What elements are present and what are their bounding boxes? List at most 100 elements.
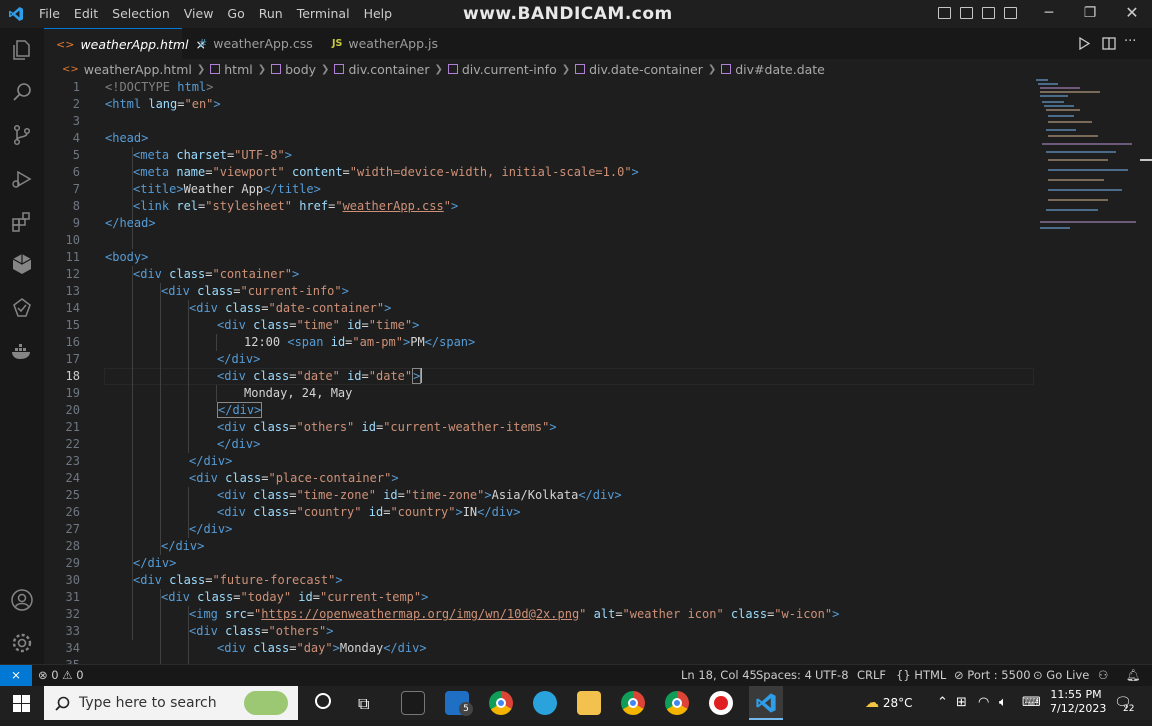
windows-start-icon[interactable] <box>13 695 30 712</box>
menu-file[interactable]: File <box>32 0 67 28</box>
search-icon[interactable] <box>10 80 34 104</box>
line-number: 16 <box>65 335 80 349</box>
volume-icon[interactable]: 🔈︎ <box>999 686 1007 720</box>
toggle-primary-sidebar-icon[interactable] <box>938 7 951 19</box>
chrome-icon[interactable] <box>489 691 513 715</box>
notification-center-icon[interactable]: 🗨︎ 22 <box>1114 686 1134 720</box>
search-highlight-icon[interactable] <box>244 691 288 715</box>
task-view-icon[interactable]: ⧉ <box>358 694 369 714</box>
security-icon[interactable]: ⊞ <box>956 686 967 720</box>
breadcrumb-item[interactable]: weatherApp.html <box>84 62 192 77</box>
tab-label: weatherApp.js <box>348 36 438 51</box>
notifications-bell-icon[interactable]: 🔔︎ <box>1126 665 1141 685</box>
bandicam-record-icon[interactable] <box>709 691 733 715</box>
menu-edit[interactable]: Edit <box>67 0 105 28</box>
breadcrumb-item[interactable]: div.date-container <box>589 62 703 77</box>
wifi-icon[interactable]: ◠ <box>978 686 989 720</box>
breadcrumb-item[interactable]: div.container <box>348 62 429 77</box>
breadcrumb-item[interactable]: html <box>224 62 252 77</box>
code-line: 13 <div class="current-info"> <box>44 283 1044 300</box>
chevron-right-icon: ❯ <box>707 63 717 75</box>
code-line: 32 <img src="https://openweathermap.org/i… <box>44 606 1044 623</box>
clock[interactable]: 11:55 PM 7/12/2023 <box>1050 688 1106 716</box>
mail-app-icon[interactable]: 5 <box>445 691 473 716</box>
cortana-icon[interactable] <box>315 693 331 709</box>
source-control-icon[interactable] <box>10 123 34 147</box>
language-mode[interactable]: {} HTML <box>896 665 946 685</box>
menu-help[interactable]: Help <box>357 0 400 28</box>
settings-gear-icon[interactable] <box>10 631 34 655</box>
minimize-icon[interactable]: ─ <box>1029 0 1069 28</box>
code-line: 1 <!DOCTYPE html> <box>44 79 1044 96</box>
restore-icon[interactable]: ❐ <box>1070 0 1110 28</box>
breadcrumb-item[interactable]: div.current-info <box>462 62 557 77</box>
menu-view[interactable]: View <box>177 0 221 28</box>
run-debug-icon[interactable] <box>10 167 34 191</box>
explorer-icon[interactable] <box>10 38 34 62</box>
toggle-panel-icon[interactable] <box>960 7 973 19</box>
more-actions-icon[interactable]: ··· <box>1124 34 1136 49</box>
code-line: 24 <div class="place-container"> <box>44 470 1044 487</box>
go-live-button[interactable]: ⊙ Go Live <box>1033 665 1089 685</box>
search-placeholder: Type here to search <box>79 695 217 711</box>
close-window-icon[interactable]: ✕ <box>1112 0 1152 28</box>
split-editor-icon[interactable] <box>1102 37 1116 50</box>
tab-weatherapp-html[interactable]: <> weatherApp.html × <box>44 28 206 59</box>
tab-weatherapp-css[interactable]: # weatherApp.css <box>198 28 313 59</box>
terminal-app-icon[interactable] <box>401 691 425 715</box>
line-number: 17 <box>65 352 80 366</box>
customize-layout-icon[interactable] <box>1004 7 1017 19</box>
editor-tabs: <> weatherApp.html × # weatherApp.css JS… <box>44 28 1152 59</box>
tab-weatherapp-js[interactable]: JS weatherApp.js <box>332 28 438 59</box>
menu-terminal[interactable]: Terminal <box>290 0 357 28</box>
breadcrumb-item[interactable]: div#date.date <box>735 62 825 77</box>
remote-indicator-icon[interactable]: ⨯ <box>0 665 32 687</box>
keyboard-icon[interactable]: ⌨ <box>1022 686 1041 720</box>
live-server-port[interactable]: ⊘ Port : 5500 <box>954 665 1031 685</box>
chrome-profile-icon[interactable] <box>621 691 645 715</box>
line-number: 22 <box>65 437 80 451</box>
line-ending[interactable]: CRLF <box>857 665 886 685</box>
minimap[interactable] <box>1036 79 1146 239</box>
indentation[interactable]: Spaces: 4 <box>756 665 812 685</box>
show-hidden-icons-icon[interactable]: ⌃ <box>937 686 948 720</box>
accounts-icon[interactable]: ⚇ <box>1098 665 1108 685</box>
weather-widget[interactable]: ☁ 28°C <box>865 686 912 720</box>
html-file-icon: <> <box>62 63 79 75</box>
menu-run[interactable]: Run <box>252 0 290 28</box>
testing-icon[interactable] <box>10 296 34 320</box>
mail-badge: 5 <box>459 702 473 716</box>
element-icon <box>271 64 282 74</box>
toggle-secondary-sidebar-icon[interactable] <box>982 7 995 19</box>
taskbar-search-box[interactable]: Type here to search <box>44 686 298 720</box>
code-editor[interactable]: 1 <!DOCTYPE html> 2 <html lang="en"> 3 4 <h… <box>44 79 1152 664</box>
line-number: 4 <box>72 131 80 145</box>
code-line: 30 <div class="future-forecast"> <box>44 572 1044 589</box>
run-file-icon[interactable] <box>1078 37 1090 50</box>
status-bar: ⨯ ⊗ 0 ⚠ 0 Ln 18, Col 45 Spaces: 4 UTF-8 … <box>0 664 1152 687</box>
line-number: 12 <box>65 267 80 281</box>
breadcrumb-item[interactable]: body <box>285 62 316 77</box>
menu-go[interactable]: Go <box>220 0 251 28</box>
menu-selection[interactable]: Selection <box>105 0 177 28</box>
notification-count: 22 <box>1123 704 1135 714</box>
line-number: 33 <box>65 624 80 638</box>
vscode-taskbar-icon[interactable] <box>749 686 783 720</box>
docker-icon[interactable] <box>10 339 34 363</box>
warning-icon: ⚠ <box>62 668 73 682</box>
file-explorer-icon[interactable] <box>577 691 601 715</box>
line-number: 28 <box>65 539 80 553</box>
problems-indicator[interactable]: ⊗ 0 ⚠ 0 <box>38 665 84 685</box>
chevron-right-icon: ❯ <box>196 63 206 75</box>
activity-bar <box>0 28 44 664</box>
chevron-right-icon: ❯ <box>434 63 443 75</box>
telegram-icon[interactable] <box>533 691 557 715</box>
encoding[interactable]: UTF-8 <box>815 665 849 685</box>
cursor-position[interactable]: Ln 18, Col 45 <box>681 665 757 685</box>
account-icon[interactable] <box>10 588 34 612</box>
chrome-second-icon[interactable] <box>665 691 689 715</box>
remote-explorer-icon[interactable] <box>10 252 34 276</box>
vscode-logo-icon <box>9 7 23 21</box>
extensions-icon[interactable] <box>10 210 34 234</box>
line-number: 31 <box>65 590 80 604</box>
